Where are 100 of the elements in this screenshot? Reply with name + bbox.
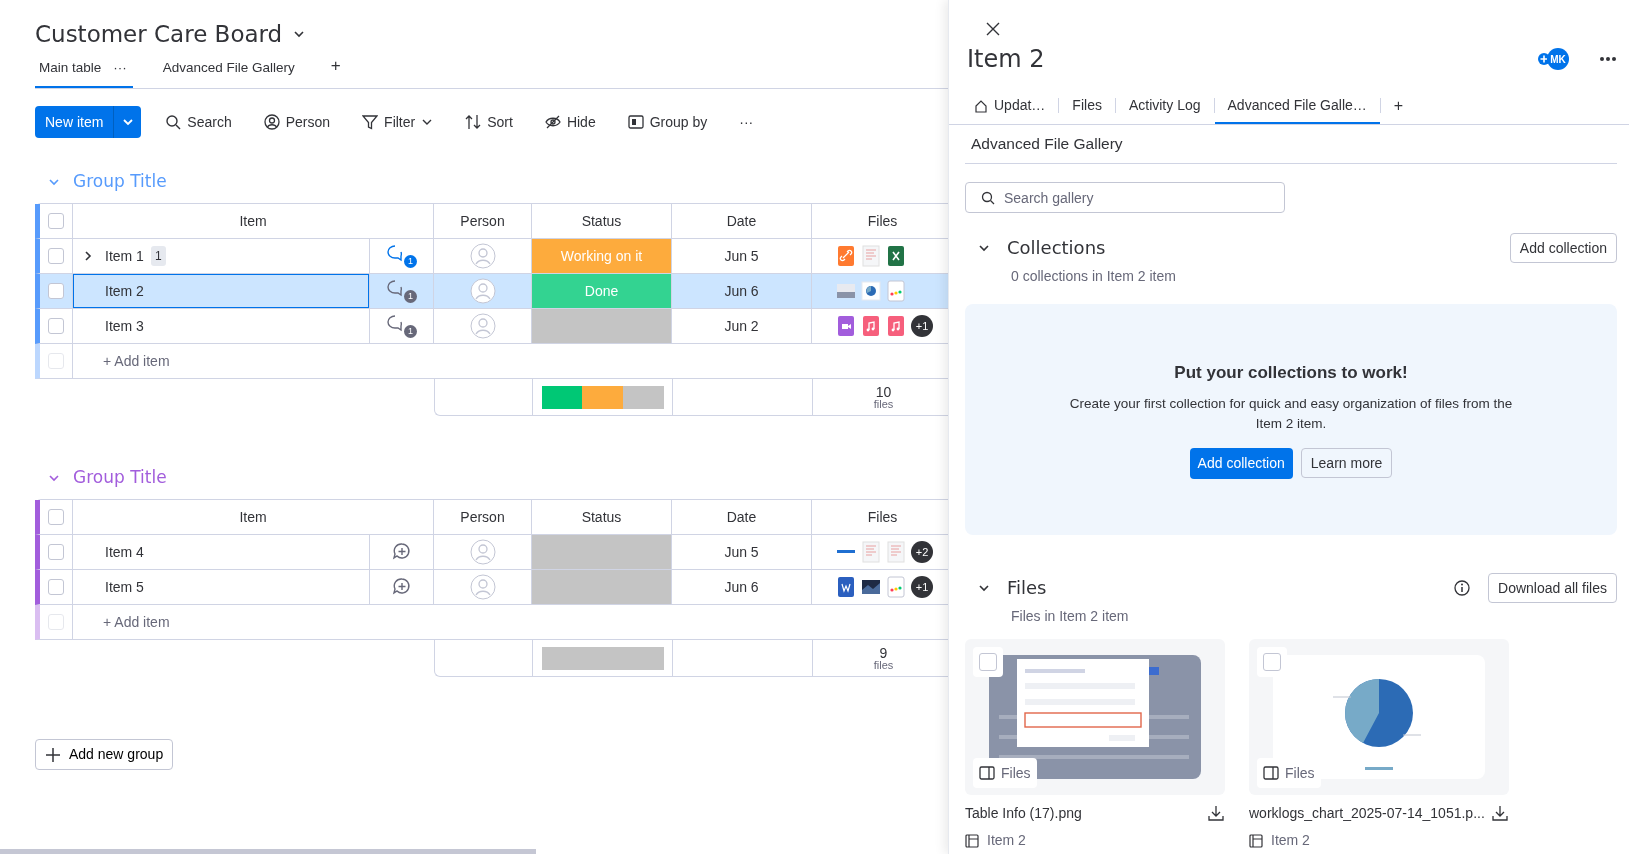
row-checkbox[interactable] <box>48 283 64 299</box>
add-comment-icon[interactable] <box>391 542 412 562</box>
item-cell[interactable]: Item 2 <box>73 274 370 309</box>
toolbar-button[interactable]: Search <box>157 111 240 133</box>
more-icon[interactable] <box>1599 56 1617 62</box>
search-icon <box>981 191 995 205</box>
document-thumbnail-icon[interactable] <box>861 245 881 267</box>
person-avatar-icon[interactable] <box>469 539 496 565</box>
download-all-button[interactable]: Download all files <box>1488 573 1617 603</box>
file-checkbox[interactable] <box>979 653 997 671</box>
new-item-button[interactable]: New item <box>35 106 114 138</box>
file-checkbox[interactable] <box>1263 653 1281 671</box>
item-name[interactable]: Item 4 <box>105 541 144 563</box>
person-avatar-icon[interactable] <box>469 313 496 339</box>
person-avatar-icon[interactable] <box>469 574 496 600</box>
row-checkbox[interactable] <box>48 509 64 525</box>
audio-file-icon[interactable] <box>861 315 881 337</box>
panel-tab[interactable]: Advanced File Galle… <box>1214 89 1380 124</box>
row-checkbox[interactable] <box>48 248 64 264</box>
close-button[interactable] <box>985 21 1001 37</box>
view-tab[interactable]: Main table ··· <box>35 57 133 88</box>
add-tab-button[interactable]: + <box>1380 89 1417 124</box>
column-header: Files <box>867 211 898 231</box>
group-title[interactable]: Group Title <box>73 465 167 491</box>
word-file-icon[interactable] <box>836 576 856 598</box>
item-name[interactable]: Item 1 <box>105 245 144 267</box>
comment-icon <box>386 279 404 297</box>
panel-tab[interactable]: Files <box>1059 89 1115 124</box>
info-icon[interactable] <box>1454 580 1471 596</box>
add-item-link[interactable]: + Add item <box>103 611 170 633</box>
date-value[interactable]: Jun 5 <box>724 245 759 267</box>
add-collection-button[interactable]: Add collection <box>1509 233 1617 263</box>
more-options-button[interactable]: ··· <box>731 111 762 133</box>
row-checkbox[interactable] <box>48 213 64 229</box>
download-icon[interactable] <box>1207 804 1225 822</box>
row-checkbox[interactable] <box>48 544 64 560</box>
file-card-background[interactable]: Files <box>965 639 1225 795</box>
search-icon <box>165 114 182 130</box>
view-tab[interactable]: Advanced File Gallery <box>158 57 301 88</box>
logo-thumbnail-icon[interactable] <box>886 280 906 302</box>
item-link[interactable]: Item 2 <box>987 830 1026 851</box>
item-name[interactable]: Item 3 <box>105 315 144 337</box>
more-files-badge[interactable]: +1 <box>911 576 933 598</box>
toolbar-button[interactable]: Filter <box>354 111 442 133</box>
source-tag: Files <box>973 758 1037 788</box>
person-avatar-icon[interactable] <box>469 278 496 304</box>
search-field[interactable]: Search gallery <box>965 182 1285 213</box>
item-cell[interactable]: Item 3 <box>73 309 370 344</box>
column-header: Date <box>726 211 757 231</box>
add-comment-icon[interactable] <box>391 577 412 597</box>
pie-chart-thumbnail-icon[interactable] <box>861 280 881 302</box>
download-icon[interactable] <box>1491 804 1509 822</box>
updates-button[interactable]: 1 <box>386 314 417 338</box>
file-card-background[interactable]: Files <box>1249 639 1509 795</box>
link-file-icon[interactable] <box>836 245 856 267</box>
learn-more-button[interactable]: Learn more <box>1300 448 1393 478</box>
spreadsheet-file-icon[interactable] <box>886 245 906 267</box>
date-value[interactable]: Jun 2 <box>724 315 759 337</box>
column-header: Item <box>239 211 267 231</box>
more-files-badge[interactable]: +1 <box>911 315 933 337</box>
updates-button[interactable]: 1 <box>386 244 417 268</box>
board-title: Customer Care Board <box>35 19 283 49</box>
toolbar-button[interactable]: Hide <box>536 111 604 133</box>
tab-menu-icon[interactable]: ··· <box>113 57 127 78</box>
item-cell[interactable]: Item 5 <box>73 570 370 605</box>
comment-icon <box>386 314 404 332</box>
audio-file-icon[interactable] <box>886 315 906 337</box>
section-title: Collections <box>1007 237 1107 259</box>
item-link[interactable]: Item 2 <box>1271 830 1310 851</box>
document-thumbnail-icon[interactable] <box>886 541 906 563</box>
item-cell[interactable]: Item 4 <box>73 535 370 570</box>
document-thumbnail-icon[interactable] <box>861 541 881 563</box>
item-title: Item 2 <box>967 44 1046 74</box>
panel-tab[interactable]: Activity Log <box>1115 89 1214 124</box>
comment-icon <box>386 244 404 262</box>
date-value[interactable]: Jun 6 <box>724 280 759 302</box>
row-checkbox[interactable] <box>48 579 64 595</box>
logo-thumbnail-icon[interactable] <box>886 576 906 598</box>
add-group-button[interactable]: Add new group <box>35 739 174 770</box>
add-item-link[interactable]: + Add item <box>103 350 170 372</box>
new-item-caret-button[interactable] <box>113 106 142 138</box>
file-name[interactable]: worklogs_chart_2025-07-14_1051.p... <box>1249 802 1485 824</box>
scrollbar[interactable] <box>0 849 536 854</box>
toolbar-button[interactable]: Sort <box>457 111 521 133</box>
row-checkbox[interactable] <box>48 318 64 334</box>
item-name[interactable]: Item 2 <box>105 280 144 302</box>
date-value[interactable]: Jun 5 <box>724 541 759 563</box>
toolbar-button[interactable]: Group by <box>619 111 716 133</box>
more-files-badge[interactable]: +2 <box>911 541 933 563</box>
subitem-count: 1 <box>150 246 166 266</box>
item-name[interactable]: Item 5 <box>105 576 144 598</box>
add-view-button[interactable]: + <box>326 52 347 88</box>
empty-state-text: Create your first collection for quick and easy organization of files from the Item 2 item. <box>1068 394 1514 433</box>
toolbar-button[interactable]: Person <box>255 111 339 133</box>
date-value[interactable]: Jun 6 <box>724 576 759 598</box>
person-avatar-icon[interactable] <box>469 243 496 269</box>
panel-tab[interactable]: Updat… <box>961 89 1059 124</box>
video-file-icon[interactable] <box>836 315 856 337</box>
file-name[interactable]: Table Info (17).png <box>965 802 1082 824</box>
add-collection-button[interactable]: Add collection <box>1189 448 1293 479</box>
